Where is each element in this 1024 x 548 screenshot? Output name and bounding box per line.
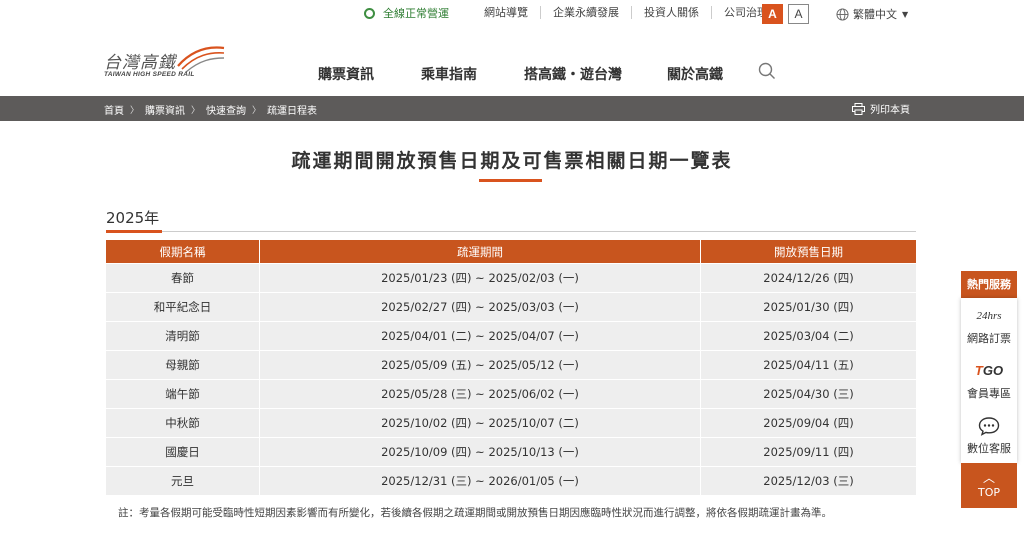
transport-period: 2025/04/01 (二) ~ 2025/04/07 (一) [260,321,701,350]
chat-icon [978,416,1000,436]
search-icon [758,62,775,79]
presale-date: 2024/12/26 (四) [701,263,916,292]
link-investors[interactable]: 投資人關係 [631,6,711,19]
presale-date: 2025/04/11 (五) [701,350,916,379]
utility-links: 網站導覽 企業永續發展 投資人關係 公司治理 [472,6,780,19]
header-holiday: 假期名稱 [106,240,260,263]
service-label: 網路訂票 [967,331,1011,345]
holiday-name: 國慶日 [106,437,260,466]
table-header-row: 假期名稱 疏運期間 開放預售日期 [106,240,916,263]
breadcrumb-bar: 首頁 〉 購票資訊 〉 快速查詢 〉 疏運日程表 列印本頁 [0,96,1024,121]
caret-down-icon: ▼ [902,9,909,19]
table-row: 清明節 2025/04/01 (二) ~ 2025/04/07 (一) 2025… [106,321,916,350]
year-heading: 2025年 [106,209,160,227]
nav-tickets[interactable]: 購票資訊 [318,64,374,84]
status-circle-icon [364,7,375,19]
breadcrumb-tickets[interactable]: 購票資訊 [145,102,185,117]
font-size-large-button[interactable]: A [762,4,783,24]
header-presale-date: 開放預售日期 [701,240,916,263]
chevron-up-icon: ︿ [982,470,995,485]
site-logo[interactable]: 台灣高鐵 TAIWAN HIGH SPEED RAIL [104,44,229,84]
print-label: 列印本頁 [870,105,910,116]
table-row: 中秋節 2025/10/02 (四) ~ 2025/10/07 (二) 2025… [106,408,916,437]
table-row: 國慶日 2025/10/09 (四) ~ 2025/10/13 (一) 2025… [106,437,916,466]
table-row: 元旦 2025/12/31 (三) ~ 2026/01/05 (一) 2025/… [106,466,916,495]
holiday-name: 春節 [106,263,260,292]
logo-text: 台灣高鐵 [104,53,176,73]
presale-date: 2025/09/11 (四) [701,437,916,466]
transport-period: 2025/05/09 (五) ~ 2025/05/12 (一) [260,350,701,379]
holiday-name: 端午節 [106,379,260,408]
hot-services-list: 24hrs 網路訂票 T GO 會員專區 數位客服 [961,298,1017,463]
print-button[interactable]: 列印本頁 [852,101,910,116]
transport-period: 2025/12/31 (三) ~ 2026/01/05 (一) [260,466,701,495]
presale-date: 2025/01/30 (四) [701,292,916,321]
chevron-right-icon: 〉 [252,106,262,116]
hot-services-panel: 熱門服務 24hrs 網路訂票 T GO 會員專區 數位客服 ︿ TOP [961,271,1017,508]
link-sustainability[interactable]: 企業永續發展 [540,6,631,19]
footnote: 註：考量各假期可能受臨時性短期因素影響而有所變化，若後續各假期之疏運期間或開放預… [118,507,832,519]
service-digital-support[interactable]: 數位客服 [961,408,1017,463]
transport-period: 2025/10/09 (四) ~ 2025/10/13 (一) [260,437,701,466]
nav-boarding-guide[interactable]: 乘車指南 [421,64,477,84]
service-label: 數位客服 [967,441,1011,455]
utility-bar: 全線正常營運 網站導覽 企業永續發展 投資人關係 公司治理 A A 繁體中文 ▼ [0,0,1024,30]
presale-date: 2025/09/04 (四) [701,408,916,437]
breadcrumb-current: 疏運日程表 [267,106,318,117]
breadcrumb-quick-search[interactable]: 快速查詢 [206,102,246,117]
nav-about[interactable]: 關於高鐵 [667,64,723,84]
presale-date: 2025/03/04 (二) [701,321,916,350]
language-selector[interactable]: 繁體中文 ▼ [836,6,908,22]
24hrs-icon: 24hrs [976,309,1002,322]
breadcrumb-home[interactable]: 首頁 [104,102,124,117]
top-label: TOP [977,485,1000,499]
service-status[interactable]: 全線正常營運 [364,5,449,21]
table-row: 和平紀念日 2025/02/27 (四) ~ 2025/03/03 (一) 20… [106,292,916,321]
logo-subtitle: TAIWAN HIGH SPEED RAIL [104,71,195,78]
holiday-name: 母親節 [106,350,260,379]
search-button[interactable] [758,62,776,84]
transport-period: 2025/02/27 (四) ~ 2025/03/03 (一) [260,292,701,321]
holiday-name: 和平紀念日 [106,292,260,321]
service-online-booking[interactable]: 24hrs 網路訂票 [961,298,1017,353]
link-sitemap[interactable]: 網站導覽 [472,6,540,19]
printer-icon [852,102,865,115]
font-size-small-button[interactable]: A [788,4,809,24]
chevron-right-icon: 〉 [130,106,140,116]
tgo-icon: T GO [974,363,1004,378]
page-title: 疏運期間開放預售日期及可售票相關日期一覽表 [291,150,733,172]
chevron-right-icon: 〉 [191,106,201,116]
service-member-area[interactable]: T GO 會員專區 [961,353,1017,408]
table-row: 端午節 2025/05/28 (三) ~ 2025/06/02 (一) 2025… [106,379,916,408]
globe-icon [836,7,849,21]
nav-travel[interactable]: 搭高鐵・遊台灣 [524,64,622,84]
status-text: 全線正常營運 [383,7,449,20]
transport-period: 2025/05/28 (三) ~ 2025/06/02 (一) [260,379,701,408]
holiday-name: 中秋節 [106,408,260,437]
table-row: 母親節 2025/05/09 (五) ~ 2025/05/12 (一) 2025… [106,350,916,379]
schedule-table: 假期名稱 疏運期間 開放預售日期 春節 2025/01/23 (四) ~ 202… [106,240,916,495]
transport-period: 2025/10/02 (四) ~ 2025/10/07 (二) [260,408,701,437]
hot-services-title: 熱門服務 [961,271,1017,298]
holiday-name: 清明節 [106,321,260,350]
title-underline [479,179,542,182]
transport-period: 2025/01/23 (四) ~ 2025/02/03 (一) [260,263,701,292]
header-period: 疏運期間 [260,240,701,263]
presale-date: 2025/12/03 (三) [701,466,916,495]
year-divider [106,230,916,233]
back-to-top-button[interactable]: ︿ TOP [961,463,1017,508]
language-label: 繁體中文 [853,8,897,21]
breadcrumb: 首頁 〉 購票資訊 〉 快速查詢 〉 疏運日程表 [104,102,317,117]
table-row: 春節 2025/01/23 (四) ~ 2025/02/03 (一) 2024/… [106,263,916,292]
service-label: 會員專區 [967,386,1011,400]
holiday-name: 元旦 [106,466,260,495]
presale-date: 2025/04/30 (三) [701,379,916,408]
